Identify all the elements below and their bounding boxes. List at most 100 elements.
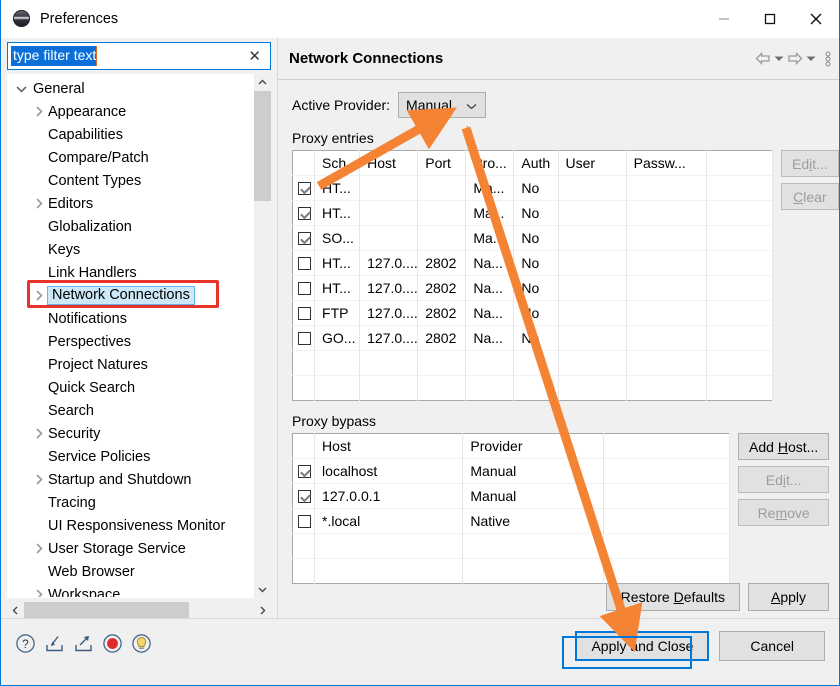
tree-item-compare-patch[interactable]: Compare/Patch xyxy=(8,146,250,169)
table-cell-checkbox[interactable] xyxy=(293,301,315,326)
table-cell-checkbox[interactable] xyxy=(293,251,315,276)
tree-item-user-storage-service[interactable]: User Storage Service xyxy=(8,537,250,560)
forward-arrow-icon[interactable] xyxy=(787,52,803,65)
record-icon[interactable] xyxy=(102,633,123,657)
bypass-remove-button[interactable]: Remove xyxy=(738,499,829,526)
filter-input-value[interactable]: type filter text xyxy=(11,46,97,66)
tree-item-notifications[interactable]: Notifications xyxy=(8,307,250,330)
back-dropdown-icon[interactable] xyxy=(774,55,784,62)
column-header[interactable]: User xyxy=(558,151,626,176)
tree-item-editors[interactable]: Editors xyxy=(8,192,250,215)
table-row[interactable]: HT...127.0....2802Na...No xyxy=(293,251,773,276)
table-cell-checkbox[interactable] xyxy=(293,226,315,251)
table-row[interactable]: HT...Ma...No xyxy=(293,201,773,226)
add-host-button[interactable]: Add Host... xyxy=(738,433,829,460)
table-row[interactable]: SO...Ma...No xyxy=(293,226,773,251)
column-header[interactable] xyxy=(293,434,315,459)
table-row[interactable]: FTP127.0....2802Na...No xyxy=(293,301,773,326)
tree-item-globalization[interactable]: Globalization xyxy=(8,215,250,238)
apply-button[interactable]: Apply xyxy=(748,583,829,611)
twisty-collapsed-icon[interactable] xyxy=(30,428,48,439)
row-checkbox[interactable] xyxy=(298,515,311,528)
help-icon[interactable]: ? xyxy=(15,633,36,657)
scroll-down-icon[interactable] xyxy=(254,581,271,598)
column-header[interactable] xyxy=(706,151,772,176)
tree-item-search[interactable]: Search xyxy=(8,399,250,422)
twisty-collapsed-icon[interactable] xyxy=(30,589,48,598)
tree-item-network-connections[interactable]: Network Connections xyxy=(8,284,250,307)
column-header[interactable]: Sch... xyxy=(315,151,360,176)
tree-item-keys[interactable]: Keys xyxy=(8,238,250,261)
tree-item-web-browser[interactable]: Web Browser xyxy=(8,560,250,583)
tree-item-service-policies[interactable]: Service Policies xyxy=(8,445,250,468)
view-menu-icon[interactable] xyxy=(825,51,831,67)
cancel-button[interactable]: Cancel xyxy=(719,631,825,661)
row-checkbox[interactable] xyxy=(298,232,311,245)
table-row[interactable]: HT...Ma...No xyxy=(293,176,773,201)
filter-input[interactable]: type filter text ✕ xyxy=(7,42,271,70)
table-cell-checkbox[interactable] xyxy=(293,276,315,301)
table-cell-checkbox[interactable] xyxy=(293,459,315,484)
import-icon[interactable] xyxy=(44,633,65,657)
tree-item-link-handlers[interactable]: Link Handlers xyxy=(8,261,250,284)
proxy-entries-table[interactable]: Sch...HostPortPro...AuthUserPassw...HT..… xyxy=(292,150,773,401)
tree-scrollbar-thumb[interactable] xyxy=(254,91,271,201)
tree-item-quick-search[interactable]: Quick Search xyxy=(8,376,250,399)
row-checkbox[interactable] xyxy=(298,332,311,345)
clear-filter-icon[interactable]: ✕ xyxy=(248,49,261,64)
preferences-tree[interactable]: GeneralAppearanceCapabilitiesCompare/Pat… xyxy=(7,74,271,598)
tree-hscrollbar-thumb[interactable] xyxy=(24,602,189,619)
export-icon[interactable] xyxy=(73,633,94,657)
table-row[interactable]: 127.0.0.1Manual xyxy=(293,484,730,509)
tree-item-ui-responsiveness-monitor[interactable]: UI Responsiveness Monitor xyxy=(8,514,250,537)
scroll-right-icon[interactable] xyxy=(254,602,271,619)
table-cell-checkbox[interactable] xyxy=(293,326,315,351)
bypass-edit-button[interactable]: Edit... xyxy=(738,466,829,493)
twisty-collapsed-icon[interactable] xyxy=(30,543,48,554)
row-checkbox[interactable] xyxy=(298,465,311,478)
twisty-expanded-icon[interactable] xyxy=(12,85,30,93)
tree-vertical-scrollbar[interactable] xyxy=(254,74,271,598)
scroll-left-icon[interactable] xyxy=(7,602,24,619)
column-header[interactable]: Pro... xyxy=(466,151,514,176)
tree-item-startup-and-shutdown[interactable]: Startup and Shutdown xyxy=(8,468,250,491)
row-checkbox[interactable] xyxy=(298,307,311,320)
twisty-collapsed-icon[interactable] xyxy=(30,106,48,117)
tree-item-perspectives[interactable]: Perspectives xyxy=(8,330,250,353)
table-row[interactable]: *.localNative xyxy=(293,509,730,534)
tree-item-security[interactable]: Security xyxy=(8,422,250,445)
table-row[interactable]: HT...127.0....2802Na...No xyxy=(293,276,773,301)
tree-item-workspace[interactable]: Workspace xyxy=(8,583,250,598)
column-header[interactable] xyxy=(603,434,729,459)
forward-dropdown-icon[interactable] xyxy=(806,55,816,62)
minimize-icon[interactable] xyxy=(701,0,747,38)
row-checkbox[interactable] xyxy=(298,182,311,195)
row-checkbox[interactable] xyxy=(298,282,311,295)
tree-item-appearance[interactable]: Appearance xyxy=(8,100,250,123)
row-checkbox[interactable] xyxy=(298,257,311,270)
tip-bulb-icon[interactable] xyxy=(131,633,152,657)
column-header[interactable]: Host xyxy=(315,434,463,459)
column-header[interactable]: Port xyxy=(418,151,466,176)
table-row[interactable]: localhostManual xyxy=(293,459,730,484)
table-cell-checkbox[interactable] xyxy=(293,484,315,509)
column-header[interactable]: Provider xyxy=(463,434,603,459)
table-cell-checkbox[interactable] xyxy=(293,201,315,226)
proxy-edit-button[interactable]: Edit... xyxy=(781,150,839,177)
table-row[interactable]: GO...127.0....2802Na...No xyxy=(293,326,773,351)
proxy-bypass-table[interactable]: HostProviderlocalhostManual127.0.0.1Manu… xyxy=(292,433,730,584)
table-cell-checkbox[interactable] xyxy=(293,176,315,201)
proxy-clear-button[interactable]: Clear xyxy=(781,183,839,210)
active-provider-select[interactable]: Manual xyxy=(398,92,486,118)
tree-item-content-types[interactable]: Content Types xyxy=(8,169,250,192)
column-header[interactable]: Host xyxy=(360,151,418,176)
twisty-collapsed-icon[interactable] xyxy=(30,290,48,301)
twisty-collapsed-icon[interactable] xyxy=(30,474,48,485)
scroll-up-icon[interactable] xyxy=(254,74,271,91)
apply-and-close-button[interactable]: Apply and Close xyxy=(575,631,709,661)
tree-item-tracing[interactable]: Tracing xyxy=(8,491,250,514)
tree-horizontal-scrollbar[interactable] xyxy=(7,602,271,619)
tree-item-project-natures[interactable]: Project Natures xyxy=(8,353,250,376)
restore-defaults-button[interactable]: Restore Defaults xyxy=(606,583,740,611)
row-checkbox[interactable] xyxy=(298,490,311,503)
